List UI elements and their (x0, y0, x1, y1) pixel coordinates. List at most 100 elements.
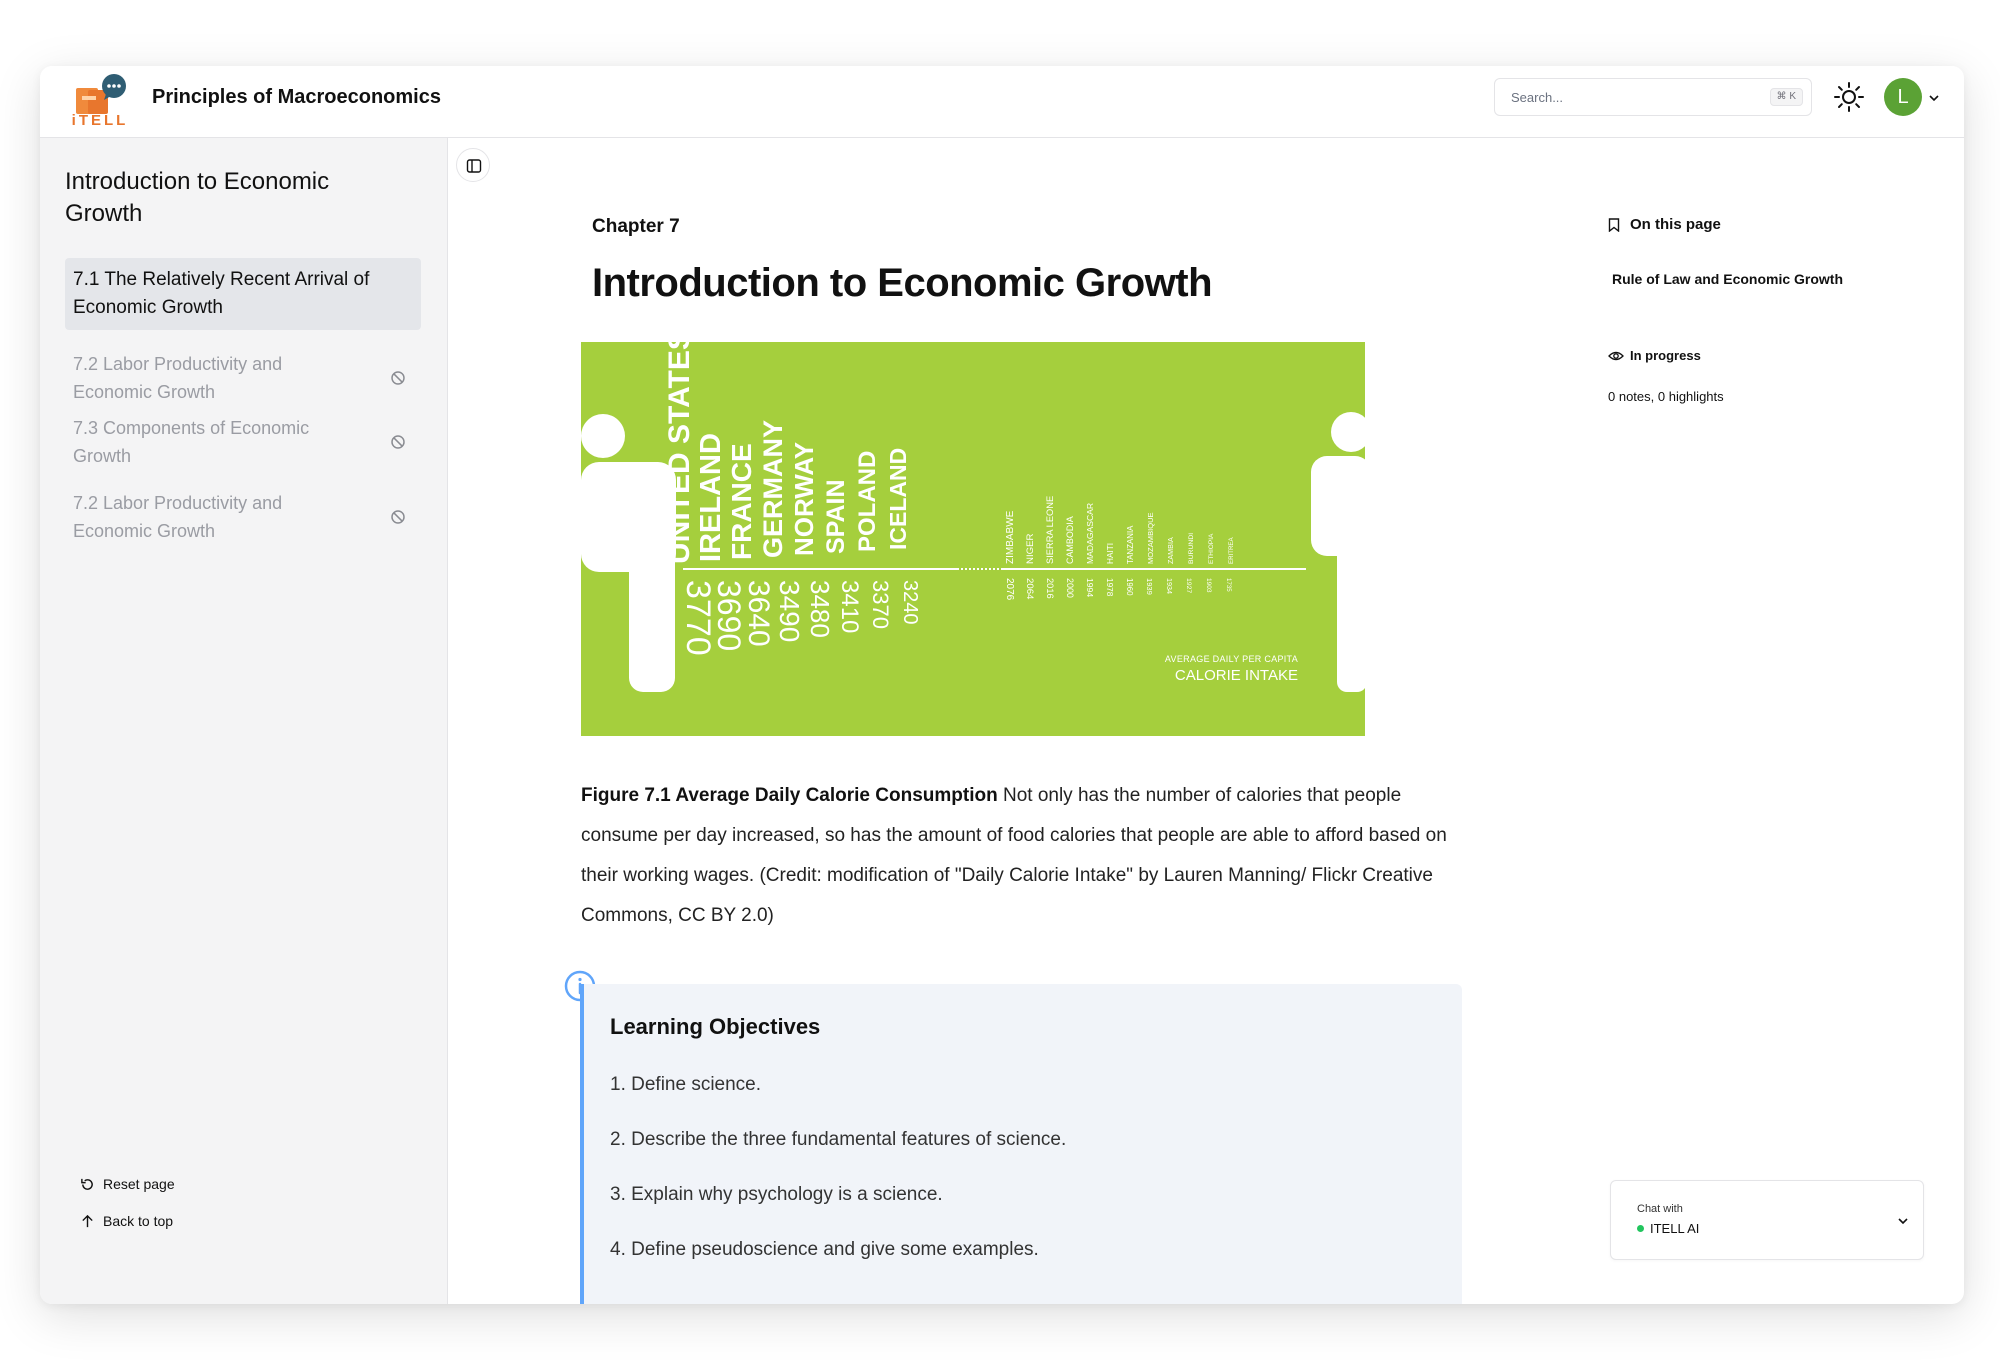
sidebar-item-7-3[interactable]: 7.3 Components of Economic Growth (65, 406, 335, 478)
sidebar-item-7-1[interactable]: 7.1 The Relatively Recent Arrival of Eco… (65, 258, 421, 330)
country-label: NORWAY (789, 442, 819, 556)
figure-title: CALORIE INTAKE (1175, 667, 1298, 684)
country-label-small: NIGER (1025, 533, 1036, 564)
country-label: ICELAND (885, 448, 911, 550)
country-label-small: ERITREA (1228, 536, 1235, 564)
chat-bot-label: ITELL AI (1650, 1221, 1700, 1236)
country-value-small: 2000 (1065, 578, 1075, 598)
country-value: 3410 (836, 580, 863, 633)
sidebar-item-7-2[interactable]: 7.2 Labor Productivity and Economic Grow… (65, 342, 335, 414)
country-value: 3370 (868, 580, 893, 629)
sidebar-item-label: 7.2 Labor Productivity and Economic Grow… (73, 493, 283, 541)
progress-status-label: In progress (1630, 348, 1701, 363)
user-avatar[interactable]: L (1884, 78, 1922, 116)
objective-item: 2. Describe the three fundamental featur… (610, 1129, 1067, 1150)
figure-caption-text: Not only has the number of calories that… (581, 785, 1447, 926)
on-this-page-heading: On this page (1608, 216, 1721, 233)
chevron-down-icon[interactable] (1897, 1215, 1909, 1227)
country-value-small: 2064 (1024, 578, 1035, 600)
country-value-small: 1960 (1125, 578, 1134, 596)
country-value-small: 2076 (1004, 578, 1015, 601)
country-value-small: 1903 (1205, 578, 1212, 593)
reset-icon (81, 1178, 93, 1190)
country-label-small: SIERRA LEONE (1045, 496, 1055, 564)
person-right-icon (1311, 412, 1371, 692)
chapter-sidebar: Introduction to Economic Growth 7.1 The … (40, 138, 448, 1304)
country-value-small: 1927 (1185, 578, 1192, 593)
country-label: FRANCE (726, 443, 757, 560)
back-to-top-button[interactable]: Back to top (80, 1213, 173, 1229)
chapter-label: Chapter 7 (592, 216, 680, 237)
figure-caption: Figure 7.1 Average Daily Calorie Consump… (581, 776, 1461, 936)
sidebar-title: Introduction to Economic Growth (65, 168, 330, 227)
country-label-small: BURUNDI (1188, 533, 1195, 564)
calorie-intake-figure: UNITED STATES 3770 IRELAND 3690 FRANCE 3640 GE… (581, 330, 1371, 736)
country-label-small: MADAGASCAR (1085, 503, 1095, 564)
country-label-small: ZIMBABWE (1005, 510, 1016, 564)
objectives-title: Learning Objectives (610, 1014, 821, 1039)
country-value: 3640 (742, 580, 775, 647)
notes-count: 0 notes, 0 highlights (1608, 389, 1724, 404)
country-label-small: ETHIOPIA (1208, 533, 1215, 564)
sidebar-item-7-2-dup[interactable]: 7.2 Labor Productivity and Economic Grow… (65, 481, 335, 553)
chevron-down-icon[interactable] (1928, 92, 1940, 104)
country-label-small: CAMBODIA (1065, 516, 1075, 564)
country-label-small: MOZAMBIQUE (1146, 512, 1155, 564)
country-label: IRELAND (695, 433, 727, 562)
objective-item: 3. Explain why psychology is a science. (610, 1184, 943, 1205)
app-title[interactable]: Principles of Macroeconomics (152, 86, 441, 109)
figure-caption-title: Figure 7.1 Average Daily Calorie Consump… (581, 785, 998, 806)
bookmark-icon (1608, 217, 1620, 232)
objective-item: 1. Define science. (610, 1074, 762, 1095)
sidebar-toggle-button[interactable] (456, 148, 490, 182)
progress-status: In progress (1608, 348, 1701, 363)
toc-link-rule-of-law[interactable]: Rule of Law and Economic Growth (1612, 271, 1843, 287)
chat-panel-toggle[interactable]: Chat with ITELL AI (1610, 1180, 1924, 1260)
calorie-infographic: UNITED STATES3770IRELAND3690FRANCE3640GE… (581, 330, 1371, 692)
country-value-small: 2016 (1045, 578, 1055, 599)
on-this-page-label: On this page (1630, 216, 1721, 233)
country-value: 3690 (711, 580, 747, 651)
country-value-small: 1978 (1105, 578, 1114, 597)
app-window: iTELL Principles of Macroeconomics Searc… (40, 66, 1964, 1304)
person-left-icon (581, 414, 676, 692)
sun-icon[interactable] (1832, 80, 1866, 114)
top-header: iTELL Principles of Macroeconomics Searc… (40, 66, 1964, 138)
country-value-small: 1994 (1085, 578, 1095, 597)
back-to-top-label: Back to top (103, 1213, 174, 1229)
locked-icon (391, 435, 405, 449)
logo-text: iTELL (71, 112, 129, 129)
search-placeholder: Search... (1511, 90, 1564, 105)
country-value: 3480 (805, 580, 835, 638)
page-title: Introduction to Economic Growth (592, 261, 1213, 305)
sidebar-item-label: 7.3 Components of Economic Growth (73, 418, 310, 466)
objective-item: 4. Define pseudoscience and give some ex… (610, 1239, 1039, 1260)
country-label-small: TANZANIA (1126, 525, 1135, 564)
country-label: UNITED STATES (663, 342, 696, 564)
reset-page-label: Reset page (103, 1176, 175, 1192)
country-value: 3490 (774, 580, 805, 642)
chat-with-label: Chat with (1637, 1203, 1683, 1215)
country-label-small: HAITI (1106, 543, 1115, 564)
country-label: GERMANY (758, 420, 788, 558)
sidebar-item-label: 7.1 The Relatively Recent Arrival of Eco… (73, 269, 370, 318)
country-label: SPAIN (822, 479, 850, 554)
figure-subtitle: AVERAGE DAILY PER CAPITA (1165, 654, 1298, 664)
country-value-small: 1735 (1225, 578, 1232, 592)
country-value: 3240 (899, 580, 921, 625)
search-shortcut-badge: ⌘ K (1769, 88, 1803, 106)
country-value-small: 1934 (1165, 578, 1174, 594)
country-label: POLAND (854, 451, 881, 552)
chat-bot-name: ITELL AI (1637, 1221, 1699, 1236)
eye-icon (1608, 351, 1624, 360)
panel-left-icon (466, 159, 482, 173)
search-input[interactable]: Search... ⌘ K (1494, 78, 1812, 116)
locked-icon (391, 371, 405, 385)
locked-icon (391, 510, 405, 524)
online-status-dot (1637, 1225, 1644, 1232)
sidebar-item-label: 7.2 Labor Productivity and Economic Grow… (73, 354, 283, 402)
reset-page-button[interactable]: Reset page (80, 1176, 175, 1192)
country-value-small: 1939 (1145, 578, 1154, 595)
country-label-small: ZAMBIA (1166, 537, 1175, 564)
arrow-up-icon (82, 1214, 93, 1227)
